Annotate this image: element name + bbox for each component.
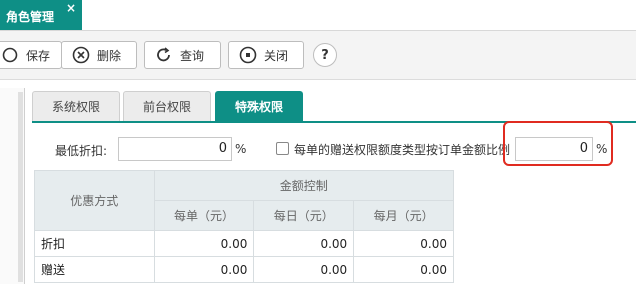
close-icon[interactable]: × [66,1,76,15]
amount-control-table: 优惠方式 金额控制 每单（元） 每日（元） 每月（元） 折扣 0.00 0.00… [34,170,455,283]
close-button-label: 关闭 [264,48,289,63]
help-button[interactable]: ? [313,43,337,67]
col-header-per-month: 每月（元） [353,200,454,231]
save-icon [1,46,19,64]
query-button[interactable]: 查询 [144,41,221,69]
tab-frontend-permissions[interactable]: 前台权限 [123,91,211,121]
save-button-label: 保存 [26,48,51,63]
col-header-method: 优惠方式 [34,170,155,231]
tab-role-management[interactable]: 角色管理 × [0,0,82,30]
min-discount-label: 最低折扣: [55,144,108,158]
row-label: 赠送 [34,256,155,283]
save-button[interactable]: 保存 [0,41,62,69]
gift-ratio-label: 每单的赠送权限额度类型按订单金额比例 [294,143,511,157]
min-discount-unit: % [235,142,247,156]
cell-per-month[interactable]: 0.00 [353,256,454,283]
row-label: 折扣 [34,230,155,257]
delete-button[interactable]: 删除 [61,41,137,69]
refresh-icon [155,46,173,64]
col-header-amount-control: 金额控制 [153,170,455,201]
cell-per-day[interactable]: 0.00 [253,230,355,257]
cell-per-order[interactable]: 0.00 [153,230,255,257]
delete-button-label: 删除 [97,48,122,63]
cell-per-day[interactable]: 0.00 [253,256,355,283]
stop-icon [239,46,257,64]
min-discount-input[interactable]: 0 [118,137,232,161]
col-header-per-day: 每日（元） [253,200,355,231]
permission-tabs: 系统权限 前台权限 特殊权限 [32,91,636,123]
table-row[interactable]: 折扣 0.00 0.00 0.00 [34,230,454,257]
tab-role-management-label: 角色管理 [6,10,55,24]
gift-ratio-checkbox[interactable] [276,142,289,155]
table-row[interactable]: 赠送 0.00 0.00 0.00 [34,256,454,283]
tab-special-permissions[interactable]: 特殊权限 [215,91,303,121]
close-button[interactable]: 关闭 [228,41,304,69]
cell-per-month[interactable]: 0.00 [353,230,454,257]
query-button-label: 查询 [180,48,205,63]
tab-system-permissions[interactable]: 系统权限 [32,91,120,121]
highlight-box [503,121,613,166]
left-scrollbar[interactable] [18,92,23,282]
cell-per-order[interactable]: 0.00 [153,256,255,283]
col-header-per-order: 每单（元） [153,200,255,231]
toolbar: 保存 删除 查询 关闭 ? [0,31,636,80]
delete-icon [72,46,90,64]
window-tab-strip: 角色管理 × [0,0,636,31]
